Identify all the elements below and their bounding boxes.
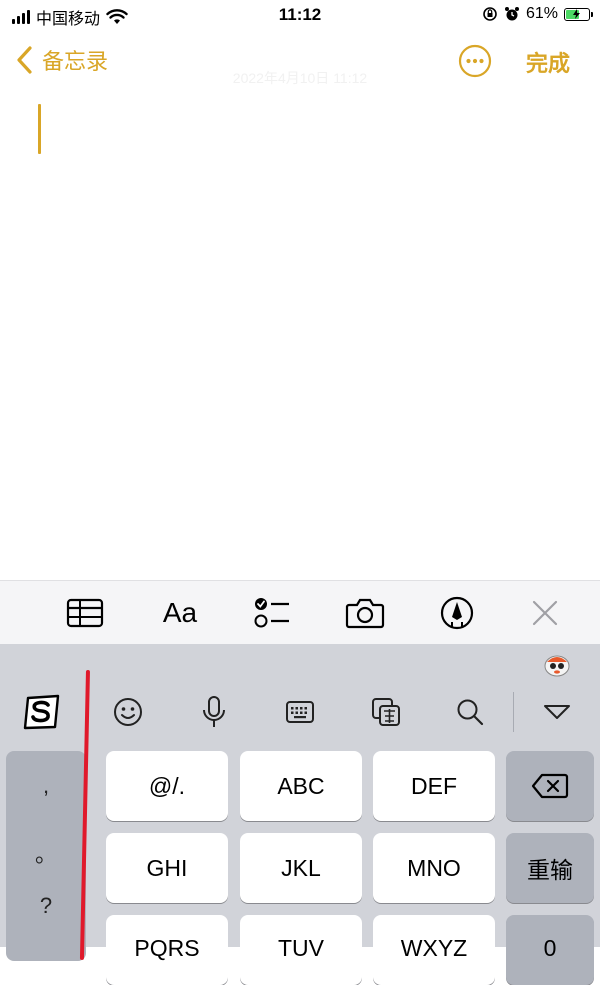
- punctuation-column: , 。 ?: [6, 751, 86, 961]
- voice-input-button[interactable]: [194, 694, 234, 730]
- punctuation-key-question[interactable]: ?: [6, 893, 86, 919]
- status-bar: 中国移动 11:12 61%: [0, 0, 600, 34]
- emoji-icon: [114, 698, 142, 726]
- text-format-button[interactable]: Aa: [160, 595, 200, 631]
- markup-button[interactable]: [437, 595, 477, 631]
- note-date: 2022年4月10日 11:12: [232, 70, 368, 86]
- ime-toolbar: [0, 684, 600, 740]
- close-icon: [532, 600, 558, 626]
- checklist-button[interactable]: [252, 595, 292, 631]
- status-left: 中国移动: [12, 5, 128, 29]
- key-def[interactable]: DEF: [373, 751, 495, 821]
- backspace-icon: [531, 773, 569, 799]
- key-zero[interactable]: 0: [506, 915, 594, 985]
- key-jkl[interactable]: JKL: [240, 833, 362, 903]
- sogou-logo-icon: [23, 694, 60, 730]
- microphone-icon: [203, 696, 225, 727]
- collapse-keyboard-button[interactable]: [537, 694, 577, 730]
- key-abc[interactable]: ABC: [240, 751, 362, 821]
- status-right: 61%: [482, 5, 593, 23]
- collapse-keyboard-icon: [544, 705, 570, 719]
- carrier-name: 中国移动: [36, 11, 101, 28]
- more-options-button[interactable]: [458, 44, 492, 78]
- camera-button[interactable]: [345, 595, 385, 631]
- table-button[interactable]: [65, 595, 105, 631]
- clipboard-translate-icon: [372, 698, 400, 726]
- format-toolbar: Aa: [0, 580, 600, 644]
- battery-icon: [564, 7, 593, 21]
- done-button[interactable]: 完成: [526, 46, 570, 78]
- orientation-lock-icon: [483, 7, 497, 21]
- checklist-icon: [254, 598, 289, 628]
- table-icon: [66, 598, 104, 628]
- retype-key[interactable]: 重输: [506, 833, 594, 903]
- alarm-clock-icon: [504, 7, 519, 21]
- punctuation-key-comma[interactable]: ,: [6, 773, 86, 799]
- mascot-skin-icon[interactable]: [543, 650, 571, 678]
- keyboard-switch-button[interactable]: [280, 694, 320, 730]
- cellular-signal-icon: [12, 10, 30, 24]
- key-tuv[interactable]: TUV: [240, 915, 362, 985]
- key-symbols[interactable]: @/.: [106, 751, 228, 821]
- sogou-keyboard: , 。 ? @/. ABC DEF GHI JKL MNO 重输 PQRS TU…: [0, 644, 600, 985]
- close-toolbar-button[interactable]: [525, 595, 565, 631]
- emoji-button[interactable]: [108, 694, 148, 730]
- toolbar-divider: [513, 692, 514, 732]
- delete-key[interactable]: [506, 751, 594, 821]
- battery-percent: 61%: [525, 5, 558, 22]
- text-cursor: [38, 104, 41, 154]
- key-ghi[interactable]: GHI: [106, 833, 228, 903]
- clipboard-translate-button[interactable]: [366, 694, 406, 730]
- navigation-bar: 备忘录 2022年4月10日 11:12 完成: [0, 34, 600, 90]
- search-icon: [457, 699, 484, 726]
- search-button[interactable]: [450, 694, 490, 730]
- key-wxyz[interactable]: WXYZ: [373, 915, 495, 985]
- keyboard-icon: [286, 701, 314, 723]
- markup-pen-icon: [440, 596, 474, 630]
- key-mno[interactable]: MNO: [373, 833, 495, 903]
- key-pqrs[interactable]: PQRS: [106, 915, 228, 985]
- note-editor[interactable]: [0, 90, 600, 580]
- camera-icon: [345, 598, 385, 629]
- punctuation-key-period[interactable]: 。: [6, 837, 86, 869]
- wifi-icon: [106, 9, 128, 24]
- sogou-menu-button[interactable]: [22, 694, 62, 730]
